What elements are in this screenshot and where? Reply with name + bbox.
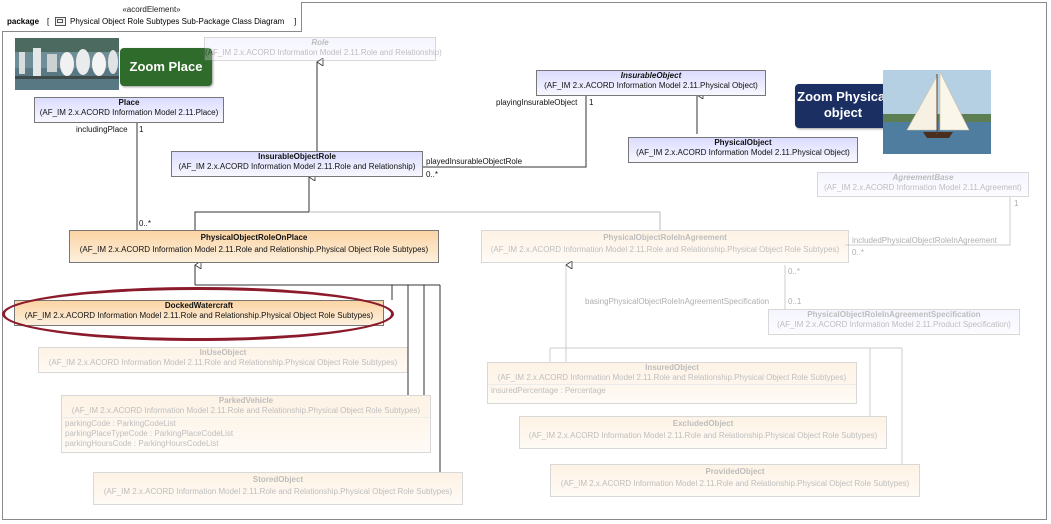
multiplicity-role-on-place: 0..*	[139, 219, 152, 228]
attribute: parkingCode : ParkingCodeList	[65, 419, 176, 428]
class-name: PhysicalObjectRoleInAgreementSpecificati…	[807, 310, 981, 319]
class-name: PhysicalObjectRoleOnPlace	[200, 233, 308, 242]
class-name: Role	[311, 38, 329, 47]
class-package: (AF_IM 2.x.ACORD Information Model 2.11.…	[544, 81, 758, 90]
class-name: InsurableObject	[620, 71, 682, 80]
marina-photo	[15, 38, 119, 90]
role-label-playing-insurable-object: playingInsurableObject	[496, 98, 578, 107]
class-name: ParkedVehicle	[218, 396, 274, 405]
class-package: (AF_IM 2.x.ACORD Information Model 2.11.…	[490, 245, 840, 254]
class-role[interactable]: Role (AF_IM 2.x.ACORD Information Model …	[204, 37, 442, 61]
class-stored-object[interactable]: StoredObject (AF_IM 2.x.ACORD Informatio…	[93, 472, 463, 505]
role-label-played-insurable-object-role: playedInsurableObjectRole	[426, 157, 523, 166]
class-attributes: insuredPercentage : Percentage	[488, 384, 856, 397]
class-excluded-object[interactable]: ExcludedObject (AF_IM 2.x.ACORD Informat…	[519, 416, 887, 449]
multiplicity-including-place: 1	[139, 125, 144, 134]
class-provided-object[interactable]: ProvidedObject (AF_IM 2.x.ACORD Informat…	[550, 464, 920, 497]
highlight-ellipse	[2, 287, 394, 341]
class-diagram-icon	[55, 17, 66, 26]
package-stereotype: «acordElement»	[122, 5, 181, 14]
class-name: PhysicalObject	[714, 138, 772, 147]
class-physical-object[interactable]: PhysicalObject (AF_IM 2.x.ACORD Informat…	[628, 137, 858, 163]
role-label-included-phys-role-in-agreement: includedPhysicalObjectRoleInAgreement	[852, 236, 997, 245]
class-package: (AF_IM 2.x.ACORD Information Model 2.11.…	[777, 320, 1011, 329]
role-label-including-place: includingPlace	[76, 125, 128, 134]
attribute: parkingHoursCode : ParkingHoursCodeList	[65, 439, 219, 448]
diagram-title: Physical Object Role Subtypes Sub-Packag…	[70, 17, 285, 26]
class-physical-object-role-in-agreement-specification[interactable]: PhysicalObjectRoleInAgreementSpecificati…	[768, 309, 1020, 335]
class-name: AgreementBase	[892, 173, 954, 182]
generalization-role-in-agreement	[309, 211, 661, 230]
attribute: parkingPlaceTypeCode : ParkingPlaceCodeL…	[65, 429, 234, 438]
class-name: InUseObject	[199, 348, 247, 357]
class-insurable-object-role[interactable]: InsurableObjectRole (AF_IM 2.x.ACORD Inf…	[171, 151, 423, 177]
zoom-place-button[interactable]: Zoom Place	[120, 48, 212, 86]
multiplicity-playing: 1	[589, 98, 594, 107]
class-name: ProvidedObject	[705, 467, 765, 476]
class-name: InsuredObject	[645, 363, 699, 372]
multiplicity-basing-a: 0..*	[788, 267, 801, 276]
zoom-physical-object-button[interactable]: Zoom Physical object	[795, 84, 891, 128]
multiplicity-played: 0..*	[426, 170, 439, 179]
class-name: Place	[118, 98, 140, 107]
class-package: (AF_IM 2.x.ACORD Information Model 2.11.…	[636, 148, 850, 157]
class-parked-vehicle[interactable]: ParkedVehicle (AF_IM 2.x.ACORD Informati…	[61, 395, 431, 453]
class-insurable-object[interactable]: InsurableObject (AF_IM 2.x.ACORD Informa…	[536, 70, 766, 96]
class-in-use-object[interactable]: InUseObject (AF_IM 2.x.ACORD Information…	[38, 347, 408, 373]
class-name: PhysicalObjectRoleInAgreement	[603, 233, 727, 242]
class-package: (AF_IM 2.x.ACORD Information Model 2.11.…	[205, 48, 442, 57]
class-package: (AF_IM 2.x.ACORD Information Model 2.11.…	[39, 108, 219, 117]
class-name: ExcludedObject	[672, 419, 734, 428]
zoom-physical-line2: object	[823, 105, 863, 120]
attribute: insuredPercentage : Percentage	[491, 386, 606, 395]
class-package: (AF_IM 2.x.ACORD Information Model 2.11.…	[71, 406, 421, 415]
class-package: (AF_IM 2.x.ACORD Information Model 2.11.…	[528, 431, 878, 440]
class-name: InsurableObjectRole	[258, 152, 336, 161]
class-name: StoredObject	[252, 475, 304, 484]
class-physical-object-role-on-place[interactable]: PhysicalObjectRoleOnPlace (AF_IM 2.x.ACO…	[69, 230, 439, 263]
package-tab: «acordElement» package [ Physical Object…	[2, 2, 302, 32]
package-keyword: package	[7, 17, 40, 26]
zoom-physical-line1: Zoom Physical	[797, 89, 889, 104]
multiplicity-included: 0..*	[852, 248, 865, 257]
class-insured-object[interactable]: InsuredObject (AF_IM 2.x.ACORD Informati…	[487, 362, 857, 404]
generalization-role-on-place	[194, 211, 309, 230]
multiplicity-agreement-base: 1	[1014, 199, 1019, 208]
class-package: (AF_IM 2.x.ACORD Information Model 2.11.…	[48, 358, 398, 367]
class-package: (AF_IM 2.x.ACORD Information Model 2.11.…	[497, 373, 847, 382]
role-label-basing-spec: basingPhysicalObjectRoleInAgreementSpeci…	[585, 297, 770, 306]
class-package: (AF_IM 2.x.ACORD Information Model 2.11.…	[560, 479, 910, 488]
class-physical-object-role-in-agreement[interactable]: PhysicalObjectRoleInAgreement (AF_IM 2.x…	[481, 230, 849, 263]
class-attributes: parkingCode : ParkingCodeList parkingPla…	[62, 417, 430, 450]
class-agreement-base[interactable]: AgreementBase (AF_IM 2.x.ACORD Informati…	[817, 172, 1029, 197]
sailboat-photo	[883, 70, 991, 154]
class-package: (AF_IM 2.x.ACORD Information Model 2.11.…	[178, 162, 416, 171]
class-package: (AF_IM 2.x.ACORD Information Model 2.11.…	[824, 183, 1022, 192]
class-place[interactable]: Place (AF_IM 2.x.ACORD Information Model…	[34, 97, 224, 123]
multiplicity-basing-b: 0..1	[788, 297, 802, 306]
class-package: (AF_IM 2.x.ACORD Information Model 2.11.…	[79, 245, 429, 254]
class-package: (AF_IM 2.x.ACORD Information Model 2.11.…	[103, 487, 453, 496]
